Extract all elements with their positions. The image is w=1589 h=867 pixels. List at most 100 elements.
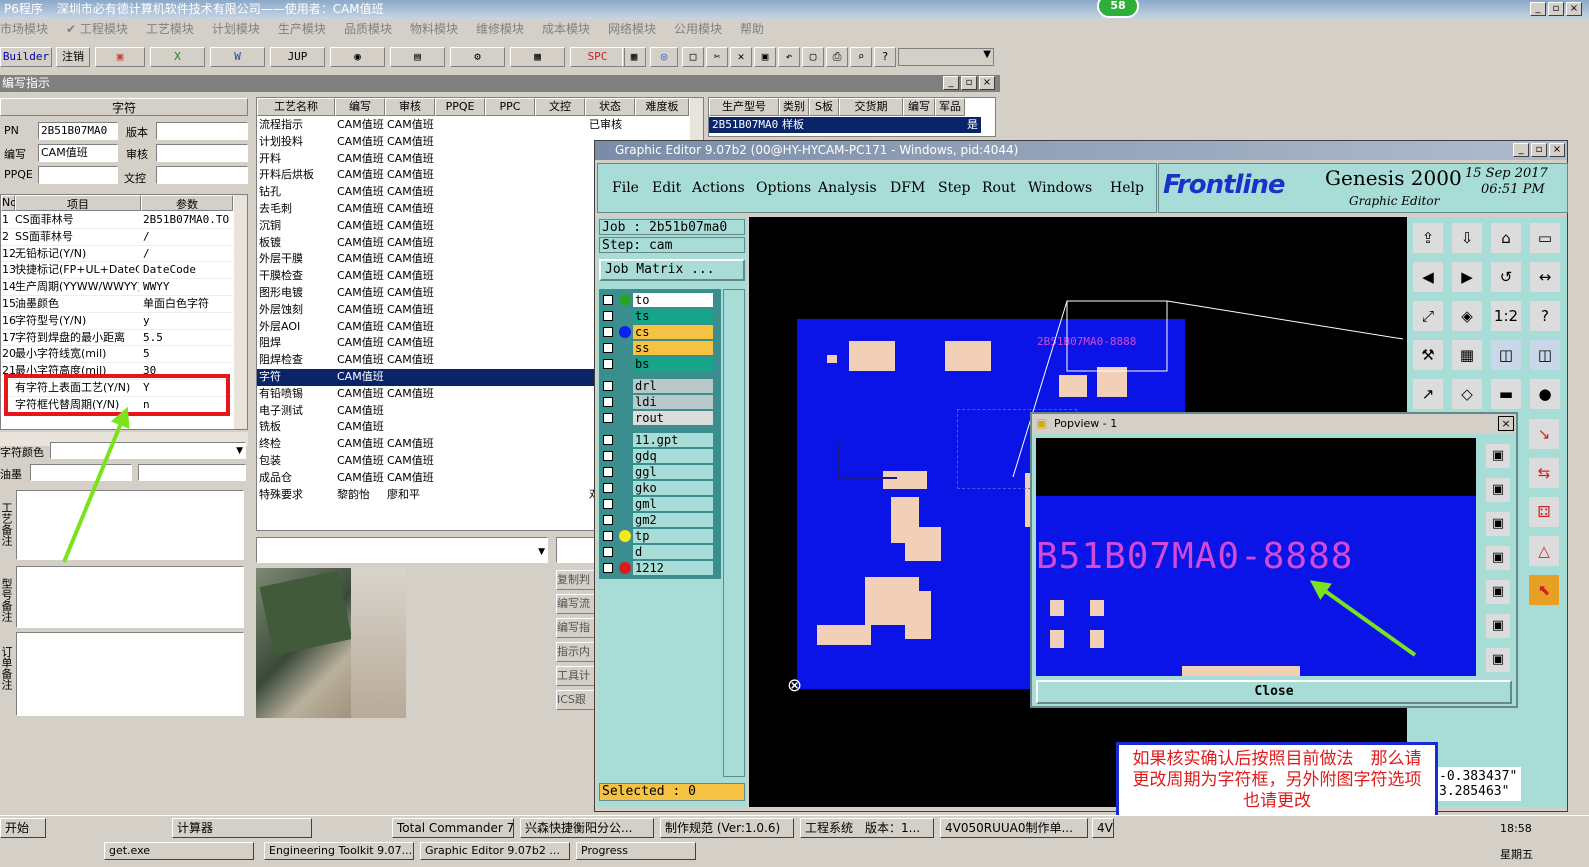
- preview-icon[interactable]: ▢: [802, 47, 824, 67]
- help-icon[interactable]: ?: [874, 47, 896, 67]
- param-row[interactable]: 2 SS面菲林号 /: [1, 229, 233, 246]
- spc-button[interactable]: SPC: [570, 47, 625, 67]
- layer-checkbox[interactable]: [603, 435, 613, 445]
- param-row[interactable]: 20 最小字符线宽(mil) 5: [1, 346, 233, 364]
- pv-down-icon[interactable]: ▣: [1484, 510, 1512, 538]
- taskbar-item[interactable]: 工程系统 版本：1...: [800, 818, 934, 838]
- param-row[interactable]: 16 字符型号(Y/N) y: [1, 313, 233, 330]
- param-row[interactable]: 1 CS面菲林号 2B51B07MA0.TO: [1, 212, 233, 229]
- side-action-button[interactable]: 复制判: [556, 570, 596, 590]
- side-action-button[interactable]: 编写指: [556, 618, 596, 638]
- model-notes-field[interactable]: [16, 566, 244, 628]
- ge-menu-item[interactable]: Options: [756, 180, 811, 196]
- layer-checkbox[interactable]: [603, 531, 613, 541]
- printer-icon[interactable]: ▦: [510, 47, 565, 67]
- menu-item[interactable]: 生产模块: [278, 19, 326, 39]
- layer-row[interactable]: drl: [603, 379, 719, 393]
- pv-move-icon[interactable]: ▣: [1484, 646, 1512, 674]
- delete-icon[interactable]: ✕: [730, 47, 752, 67]
- select-icon[interactable]: ⚃: [1527, 495, 1561, 529]
- writer-field[interactable]: CAM值班: [38, 144, 118, 162]
- ink-field-1[interactable]: [30, 464, 132, 481]
- print-icon[interactable]: ⎙: [826, 47, 848, 67]
- layer-row[interactable]: ss: [603, 341, 719, 355]
- taskbar-item-secondary[interactable]: Progress: [576, 842, 696, 860]
- menu-item[interactable]: 市场模块: [0, 19, 48, 39]
- menu-item[interactable]: 维修模块: [476, 19, 524, 39]
- panel-icon[interactable]: ▭: [1528, 221, 1562, 255]
- layer-row[interactable]: gml: [603, 497, 719, 511]
- layer-checkbox[interactable]: [603, 547, 613, 557]
- cursor-icon[interactable]: ⬉: [1527, 573, 1561, 607]
- triangle-icon[interactable]: △: [1527, 534, 1561, 568]
- layer-row[interactable]: rout: [603, 411, 719, 425]
- menu-item[interactable]: 公用模块: [674, 19, 722, 39]
- help-icon[interactable]: ?: [1528, 299, 1562, 333]
- layer-checkbox[interactable]: [603, 515, 613, 525]
- param-row[interactable]: 17 字符到焊盘的最小距离 5.5: [1, 330, 233, 347]
- ge-close-button[interactable]: ×: [1549, 143, 1565, 157]
- param-scrollbar[interactable]: [233, 195, 247, 429]
- circle-icon[interactable]: ●: [1528, 377, 1562, 411]
- jup-button[interactable]: JUP: [270, 47, 325, 67]
- job-matrix-button[interactable]: Job Matrix ...: [599, 259, 745, 281]
- find-icon[interactable]: ⌕: [850, 47, 872, 67]
- layer-checkbox[interactable]: [603, 295, 613, 305]
- char-color-select[interactable]: ▼: [50, 442, 246, 459]
- process-extra-field[interactable]: [556, 537, 596, 563]
- layer-checkbox[interactable]: [603, 311, 613, 321]
- taskbar-item[interactable]: Total Commander 7....: [392, 818, 514, 838]
- save-icon[interactable]: ▣: [754, 47, 776, 67]
- snap-icon[interactable]: ◫: [1489, 338, 1523, 372]
- layer-row[interactable]: gdq: [603, 449, 719, 463]
- process-row[interactable]: 流程指示 CAM值班 CAM值班 已审核: [257, 117, 689, 134]
- ink-field-2[interactable]: [138, 464, 246, 481]
- taskbar-item[interactable]: 4V: [1092, 818, 1114, 838]
- layer-checkbox[interactable]: [603, 343, 613, 353]
- layer-checkbox[interactable]: [603, 359, 613, 369]
- review-field[interactable]: [156, 144, 248, 162]
- eye-icon[interactable]: ◉: [330, 47, 385, 67]
- ge-menu-item[interactable]: Windows: [1028, 180, 1092, 196]
- toolbar-dropdown[interactable]: ▼: [898, 48, 994, 66]
- ruler-icon[interactable]: ▬: [1489, 377, 1523, 411]
- new-file-icon[interactable]: □: [682, 47, 704, 67]
- section-close-button[interactable]: ×: [979, 76, 995, 90]
- taskbar-item[interactable]: 4V050RUUA0制作单...: [940, 818, 1088, 838]
- ge-menu-item[interactable]: Rout: [982, 180, 1016, 196]
- param-row[interactable]: 13 快捷标记(FP+UL+DateCo DateCode: [1, 262, 233, 280]
- cut-icon[interactable]: ✂: [706, 47, 728, 67]
- layer-checkbox[interactable]: [603, 563, 613, 573]
- production-row[interactable]: 2B51B07MA0 样板 是: [709, 117, 981, 133]
- layer-row[interactable]: cs: [603, 325, 719, 339]
- snap2-icon[interactable]: ◫: [1528, 338, 1562, 372]
- taskbar-item[interactable]: 兴森快捷衡阳分公...: [520, 818, 654, 838]
- logout-button[interactable]: 注销: [56, 47, 90, 67]
- taskbar-item[interactable]: 制作规范 (Ver:1.0.6): [660, 818, 794, 838]
- layer-scrollbar[interactable]: [723, 289, 745, 777]
- ge-menu-item[interactable]: Edit: [652, 180, 681, 196]
- process-select[interactable]: ▼: [256, 537, 548, 563]
- fit-icon[interactable]: ⤢: [1411, 299, 1445, 333]
- start-button[interactable]: 开始: [0, 818, 46, 838]
- tool-icon[interactable]: ⚙: [450, 47, 505, 67]
- section-minimize-button[interactable]: _: [943, 76, 959, 90]
- side-action-button[interactable]: 工具计: [556, 666, 596, 686]
- layer-row[interactable]: ts: [603, 309, 719, 323]
- layer-row[interactable]: to: [603, 293, 719, 307]
- pn-field[interactable]: 2B51B07MA0: [38, 122, 118, 140]
- ge-menu-item[interactable]: File: [612, 180, 639, 196]
- box-icon[interactable]: ◇: [1450, 377, 1484, 411]
- param-row[interactable]: 14 生产周期(YYWW/WWYY) WWYY: [1, 279, 233, 296]
- popview-close-button[interactable]: Close: [1036, 680, 1512, 704]
- menu-item[interactable]: 网络模块: [608, 19, 656, 39]
- undo-icon[interactable]: ↶: [778, 47, 800, 67]
- menu-item[interactable]: 物料模块: [410, 19, 458, 39]
- pv-zoom-icon[interactable]: ▣: [1484, 442, 1512, 470]
- layer-checkbox[interactable]: [603, 327, 613, 337]
- pv-fit-icon[interactable]: ▣: [1484, 612, 1512, 640]
- wenjiao-field[interactable]: [156, 166, 248, 184]
- taskbar-item[interactable]: 计算器: [172, 818, 312, 838]
- calc-icon[interactable]: ▦: [622, 47, 646, 67]
- side-action-button[interactable]: 指示内: [556, 642, 596, 662]
